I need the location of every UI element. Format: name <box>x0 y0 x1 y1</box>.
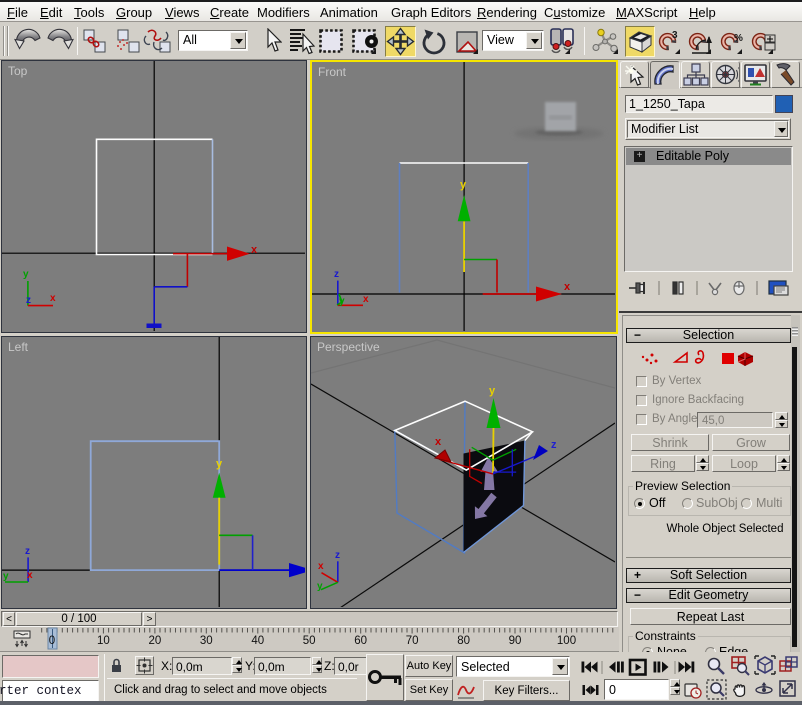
svg-text:z: z <box>334 269 339 280</box>
svg-text:x: x <box>27 570 33 581</box>
svg-text:y: y <box>460 179 467 191</box>
svg-text:y: y <box>489 385 496 397</box>
svg-text:x: x <box>363 294 369 305</box>
svg-text:3: 3 <box>672 30 678 41</box>
svg-text:y: y <box>339 296 345 307</box>
svg-text:z: z <box>26 295 31 306</box>
svg-text:y: y <box>216 458 223 470</box>
svg-text:x: x <box>251 244 258 256</box>
svg-text:y: y <box>317 581 323 592</box>
svg-text:z: z <box>25 546 30 557</box>
svg-text:z: z <box>335 550 340 561</box>
svg-text:x: x <box>564 281 571 293</box>
svg-text:%: % <box>734 33 743 44</box>
svg-text:x: x <box>435 436 442 448</box>
svg-text:x: x <box>318 561 324 572</box>
svg-text:y: y <box>3 571 9 582</box>
svg-text:y: y <box>23 269 29 280</box>
svg-text:z: z <box>551 439 557 451</box>
svg-text:x: x <box>50 293 56 304</box>
